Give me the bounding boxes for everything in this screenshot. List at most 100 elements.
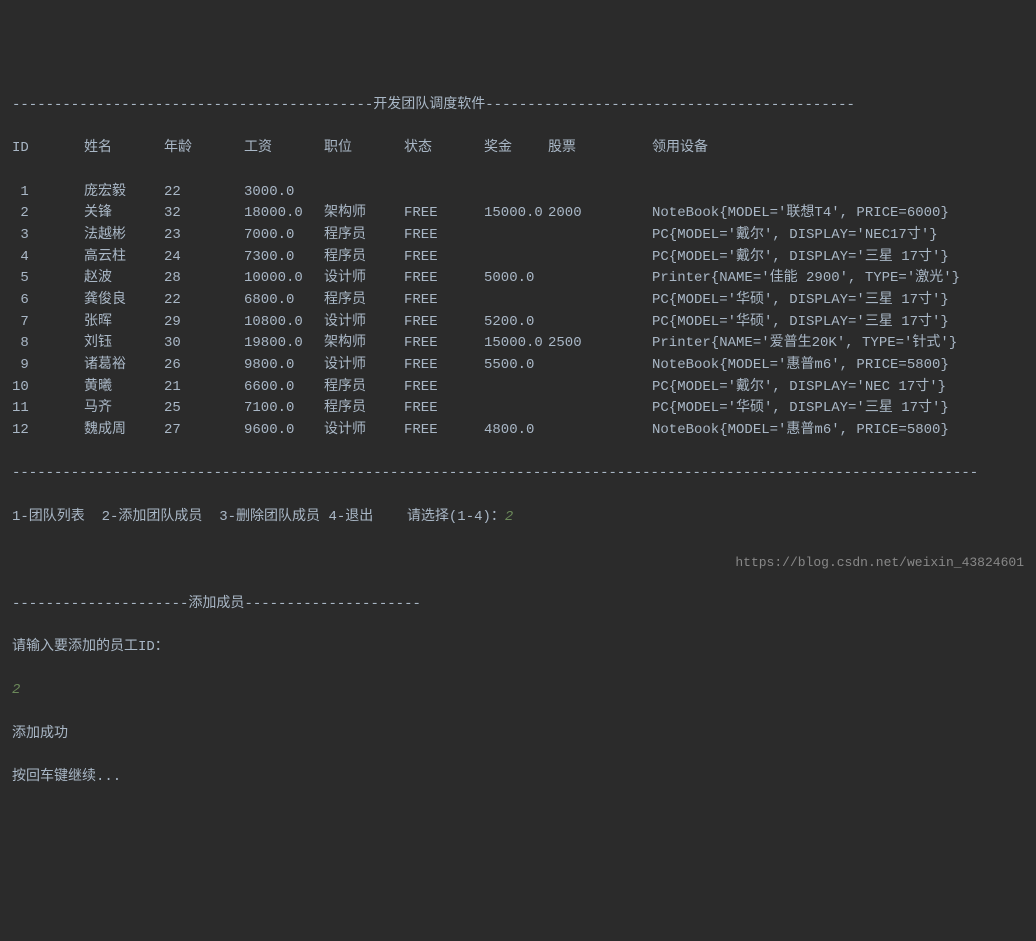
cell-status: FREE — [404, 268, 484, 290]
cell-age: 28 — [164, 268, 244, 290]
table-row: 3法越彬237000.0程序员FREEPC{MODEL='戴尔', DISPLA… — [12, 225, 1024, 247]
cell-status: FREE — [404, 290, 484, 312]
cell-status: FREE — [404, 398, 484, 420]
add-prompt: 请输入要添加的员工ID： — [12, 637, 1024, 659]
cell-age: 32 — [164, 203, 244, 225]
cell-age: 29 — [164, 312, 244, 334]
cell-status: FREE — [404, 225, 484, 247]
cell-id: 9 — [12, 355, 84, 377]
cell-salary: 3000.0 — [244, 182, 324, 204]
cell-equipment: NoteBook{MODEL='联想T4', PRICE=6000} — [652, 203, 949, 225]
cell-equipment: PC{MODEL='戴尔', DISPLAY='NEC 17寸'} — [652, 377, 946, 399]
cell-id: 12 — [12, 420, 84, 442]
add-success: 添加成功 — [12, 724, 1024, 746]
cell-status: FREE — [404, 355, 484, 377]
cell-status: FREE — [404, 312, 484, 334]
cell-bonus: 15000.0 — [484, 333, 548, 355]
header-status: 状态 — [404, 138, 484, 160]
cell-bonus: 5200.0 — [484, 312, 548, 334]
title-dashes-right: ----------------------------------------… — [485, 97, 855, 113]
cell-name: 庞宏毅 — [84, 182, 164, 204]
cell-position: 架构师 — [324, 333, 404, 355]
cell-name: 马齐 — [84, 398, 164, 420]
add-dashes-right: --------------------- — [244, 596, 420, 612]
cell-name: 魏成周 — [84, 420, 164, 442]
cell-id: 6 — [12, 290, 84, 312]
cell-bonus: 5000.0 — [484, 268, 548, 290]
cell-bonus: 5500.0 — [484, 355, 548, 377]
menu-prompt: 请选择(1-4)： — [407, 509, 505, 525]
table-row: 7张晖2910800.0设计师FREE5200.0PC{MODEL='华硕', … — [12, 312, 1024, 334]
cell-name: 诸葛裕 — [84, 355, 164, 377]
cell-equipment: NoteBook{MODEL='惠普m6', PRICE=5800} — [652, 420, 949, 442]
cell-id: 2 — [12, 203, 84, 225]
cell-position: 程序员 — [324, 290, 404, 312]
menu-line: 1-团队列表 2-添加团队成员 3-删除团队成员 4-退出 请选择(1-4)：2 — [12, 507, 1024, 529]
cell-age: 22 — [164, 290, 244, 312]
cell-age: 24 — [164, 247, 244, 269]
table-row: 2关锋3218000.0架构师FREE15000.02000NoteBook{M… — [12, 203, 1024, 225]
header-id: ID — [12, 138, 84, 160]
table-row: 4高云柱247300.0程序员FREEPC{MODEL='戴尔', DISPLA… — [12, 247, 1024, 269]
add-title: 添加成员 — [188, 596, 244, 612]
cell-position: 程序员 — [324, 398, 404, 420]
header-salary: 工资 — [244, 138, 324, 160]
menu-opt-1: 1-团队列表 — [12, 509, 85, 525]
cell-salary: 9600.0 — [244, 420, 324, 442]
add-dashes-left: --------------------- — [12, 596, 188, 612]
cell-name: 龚俊良 — [84, 290, 164, 312]
cell-name: 张晖 — [84, 312, 164, 334]
cell-salary: 6600.0 — [244, 377, 324, 399]
header-age: 年龄 — [164, 138, 244, 160]
cell-position: 设计师 — [324, 420, 404, 442]
cell-age: 30 — [164, 333, 244, 355]
cell-position: 设计师 — [324, 312, 404, 334]
add-section-title-line: ---------------------添加成员---------------… — [12, 594, 1024, 616]
cell-equipment: NoteBook{MODEL='惠普m6', PRICE=5800} — [652, 355, 949, 377]
cell-name: 关锋 — [84, 203, 164, 225]
cell-status: FREE — [404, 333, 484, 355]
cell-age: 27 — [164, 420, 244, 442]
menu-input[interactable]: 2 — [505, 509, 513, 525]
cell-salary: 7100.0 — [244, 398, 324, 420]
add-input[interactable]: 2 — [12, 680, 1024, 702]
cell-stock: 2000 — [548, 203, 652, 225]
cell-name: 刘钰 — [84, 333, 164, 355]
cell-position: 架构师 — [324, 203, 404, 225]
cell-age: 22 — [164, 182, 244, 204]
title-dashes-left: ----------------------------------------… — [12, 97, 373, 113]
cell-equipment: Printer{NAME='佳能 2900', TYPE='激光'} — [652, 268, 960, 290]
cell-salary: 9800.0 — [244, 355, 324, 377]
add-continue[interactable]: 按回车键继续... — [12, 767, 1024, 789]
header-position: 职位 — [324, 138, 404, 160]
cell-name: 赵波 — [84, 268, 164, 290]
cell-id: 11 — [12, 398, 84, 420]
title-line: ----------------------------------------… — [12, 95, 1024, 117]
table-row: 1庞宏毅223000.0 — [12, 182, 1024, 204]
cell-position: 程序员 — [324, 247, 404, 269]
cell-id: 8 — [12, 333, 84, 355]
cell-bonus: 4800.0 — [484, 420, 548, 442]
table-row: 10黄曦216600.0程序员FREEPC{MODEL='戴尔', DISPLA… — [12, 377, 1024, 399]
header-equipment: 领用设备 — [652, 138, 708, 160]
menu-opt-4: 4-退出 — [328, 509, 373, 525]
menu-opt-2: 2-添加团队成员 — [102, 509, 203, 525]
table-row: 12魏成周279600.0设计师FREE4800.0 NoteBook{MODEL… — [12, 420, 1024, 442]
cell-position: 设计师 — [324, 355, 404, 377]
cell-status: FREE — [404, 203, 484, 225]
cell-name: 高云柱 — [84, 247, 164, 269]
cell-salary: 7000.0 — [244, 225, 324, 247]
cell-position: 程序员 — [324, 225, 404, 247]
cell-bonus: 15000.0 — [484, 203, 548, 225]
menu-opt-3: 3-删除团队成员 — [219, 509, 320, 525]
cell-salary: 10800.0 — [244, 312, 324, 334]
cell-id: 10 — [12, 377, 84, 399]
cell-name: 法越彬 — [84, 225, 164, 247]
cell-salary: 18000.0 — [244, 203, 324, 225]
table-row: 8刘钰3019800.0架构师FREE15000.02500Printer{NA… — [12, 333, 1024, 355]
cell-equipment: PC{MODEL='戴尔', DISPLAY='NEC17寸'} — [652, 225, 938, 247]
divider-line: ----------------------------------------… — [12, 463, 1024, 485]
cell-salary: 6800.0 — [244, 290, 324, 312]
cell-salary: 19800.0 — [244, 333, 324, 355]
cell-status: FREE — [404, 420, 484, 442]
